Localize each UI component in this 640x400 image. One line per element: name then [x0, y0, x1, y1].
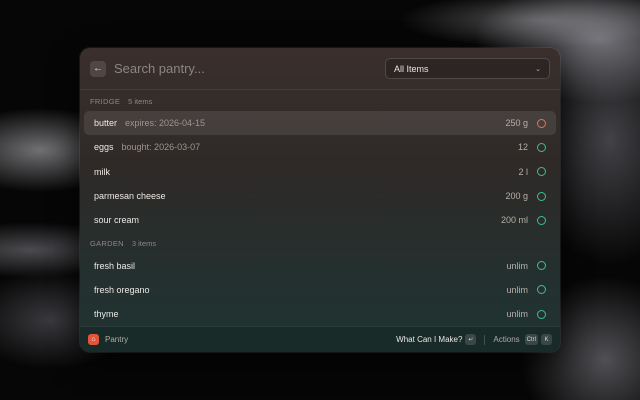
status-ok-icon: [537, 142, 546, 152]
list-item[interactable]: thyme unlim: [84, 302, 556, 326]
item-quantity: 12: [517, 142, 528, 153]
section-title: GARDEN: [90, 238, 124, 248]
status-ok-icon: [537, 261, 546, 271]
item-name: eggs: [94, 142, 114, 153]
enter-key-hint: ↵: [465, 334, 477, 345]
status-ok-icon: [537, 167, 546, 177]
chevron-down-icon: ⌄: [535, 65, 541, 73]
search-bar: ← All Items ⌄: [80, 48, 560, 90]
status-ok-icon: [537, 215, 546, 225]
item-quantity: unlim: [506, 284, 528, 295]
k-key-hint: K: [541, 334, 552, 345]
search-input[interactable]: [114, 61, 385, 76]
item-name: fresh basil: [94, 260, 136, 271]
section-title: FRIDGE: [90, 96, 121, 106]
list-item[interactable]: fresh basil unlim: [84, 253, 556, 277]
app-name: Pantry: [105, 335, 129, 344]
status-warning-icon: [537, 118, 546, 128]
item-quantity: unlim: [506, 309, 528, 320]
action-bar: ⌂ Pantry What Can I Make? ↵ Actions Ctrl…: [80, 326, 560, 352]
item-quantity: 200 g: [505, 191, 528, 202]
filter-dropdown[interactable]: All Items ⌄: [385, 58, 550, 79]
list-item[interactable]: milk 2 l: [84, 160, 556, 184]
back-button[interactable]: ←: [90, 60, 106, 77]
item-name: butter: [94, 118, 118, 129]
filter-selected-value: All Items: [394, 63, 429, 74]
ctrl-key-hint: Ctrl: [524, 334, 538, 345]
pantry-icon: ⌂: [88, 334, 99, 345]
list-item[interactable]: butter expires: 2026-04-15 250 g: [84, 111, 556, 136]
item-quantity: 2 l: [518, 166, 528, 177]
item-quantity: unlim: [506, 260, 528, 271]
list-item[interactable]: eggs bought: 2026-03-07 12: [84, 135, 556, 159]
section-header-fridge: FRIDGE 5 items: [80, 91, 560, 111]
section-count: 3 items: [131, 238, 157, 248]
status-ok-icon: [537, 191, 546, 201]
divider: [484, 334, 486, 345]
item-name: thyme: [94, 309, 119, 320]
pantry-window: ← All Items ⌄ FRIDGE 5 items butter expi…: [80, 48, 560, 352]
item-quantity: 250 g: [505, 118, 528, 129]
section-count: 5 items: [128, 96, 153, 106]
arrow-left-icon: ←: [93, 63, 103, 74]
item-quantity: 200 ml: [500, 215, 528, 226]
item-subtitle: expires: 2026-04-15: [125, 118, 206, 129]
item-name: sour cream: [94, 215, 140, 226]
status-ok-icon: [537, 309, 546, 319]
item-subtitle: bought: 2026-03-07: [121, 142, 201, 153]
list-item[interactable]: parmesan cheese 200 g: [84, 184, 556, 208]
primary-action-button[interactable]: What Can I Make?: [396, 335, 462, 344]
item-name: milk: [94, 166, 110, 177]
actions-button[interactable]: Actions: [493, 335, 519, 344]
item-name: parmesan cheese: [94, 191, 166, 202]
section-header-garden: GARDEN 3 items: [80, 233, 560, 253]
list-item[interactable]: fresh oregano unlim: [84, 278, 556, 302]
status-ok-icon: [537, 285, 546, 295]
item-name: fresh oregano: [94, 284, 150, 295]
list-item[interactable]: sour cream 200 ml: [84, 208, 556, 232]
